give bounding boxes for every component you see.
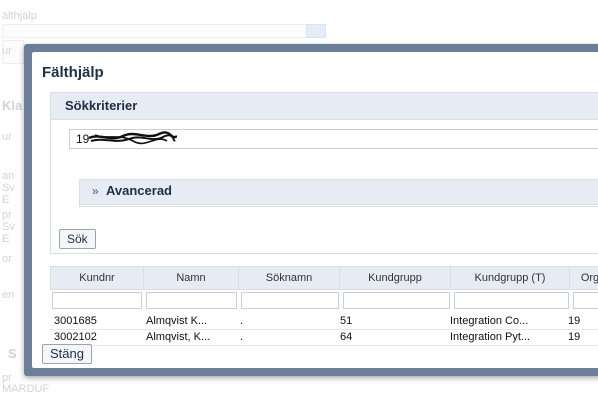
table-row[interactable]: 3002102 Almqvist, K... . 64 Integration … [50,330,598,346]
cell-kundnr: 3002102 [54,331,97,343]
column-header[interactable]: Kundgrupp (T) [451,267,570,289]
cell-namn: Almqvist K... [146,315,208,327]
filter-cell [50,292,144,314]
filter-cell [144,292,240,314]
cell-org: 19 [568,331,581,343]
column-header[interactable]: Kundnr [51,267,144,289]
cell-kundgrupp-t: Integration Co... [450,315,529,327]
cell-kundnr: 3001685 [54,315,97,327]
filter-row [50,290,598,314]
column-header[interactable]: Org [570,267,598,289]
advanced-section[interactable]: » Avancerad [79,179,598,207]
cell-kundgrupp-t: Integration Pyt... [450,331,531,343]
filter-input[interactable] [342,292,450,309]
column-header[interactable]: Kundgrupp [340,267,451,289]
filter-input[interactable] [52,292,142,309]
dialog-title: Fälthjälp [42,64,104,81]
filter-cell [341,292,452,314]
search-button[interactable]: Sök [59,229,96,249]
column-header[interactable]: Namn [144,267,239,289]
advanced-header[interactable]: » Avancerad [80,180,598,205]
filter-cell [239,292,340,314]
results-table: Kundnr Namn Söknamn Kundgrupp Kundgrupp … [50,266,598,346]
cell-kundgrupp: 51 [340,315,353,327]
filter-input[interactable] [453,292,569,309]
filter-input[interactable] [241,292,339,309]
table-header: Kundnr Namn Söknamn Kundgrupp Kundgrupp … [50,266,598,290]
column-header[interactable]: Söknamn [239,267,340,289]
close-button[interactable]: Stäng [42,344,92,364]
filter-input[interactable] [573,292,598,309]
search-criteria-panel: Sökkriterier 19 » Avancerad Sök [50,92,598,254]
filter-cell [571,292,598,314]
redaction-scribble [89,131,177,145]
dialog-body: Fälthjälp Sökkriterier 19 » Avancerad Sö… [32,52,598,368]
search-criteria-title: Sökkriterier [65,98,138,113]
cell-namn: Almqvist, K... [146,331,211,343]
cell-kundgrupp: 64 [340,331,353,343]
field-help-dialog: Fälthjälp Sökkriterier 19 » Avancerad Sö… [24,44,598,376]
filter-input[interactable] [145,292,238,309]
filter-cell [452,292,571,314]
table-row[interactable]: 3001685 Almqvist K... . 51 Integration C… [50,314,598,330]
advanced-label: Avancerad [106,183,172,198]
double-chevron-down-icon: » [92,184,99,198]
search-criteria-header: Sökkriterier [51,93,598,120]
cell-org: 19 [568,315,581,327]
cell-soknamn: . [240,315,244,327]
cell-soknamn: . [240,331,244,343]
